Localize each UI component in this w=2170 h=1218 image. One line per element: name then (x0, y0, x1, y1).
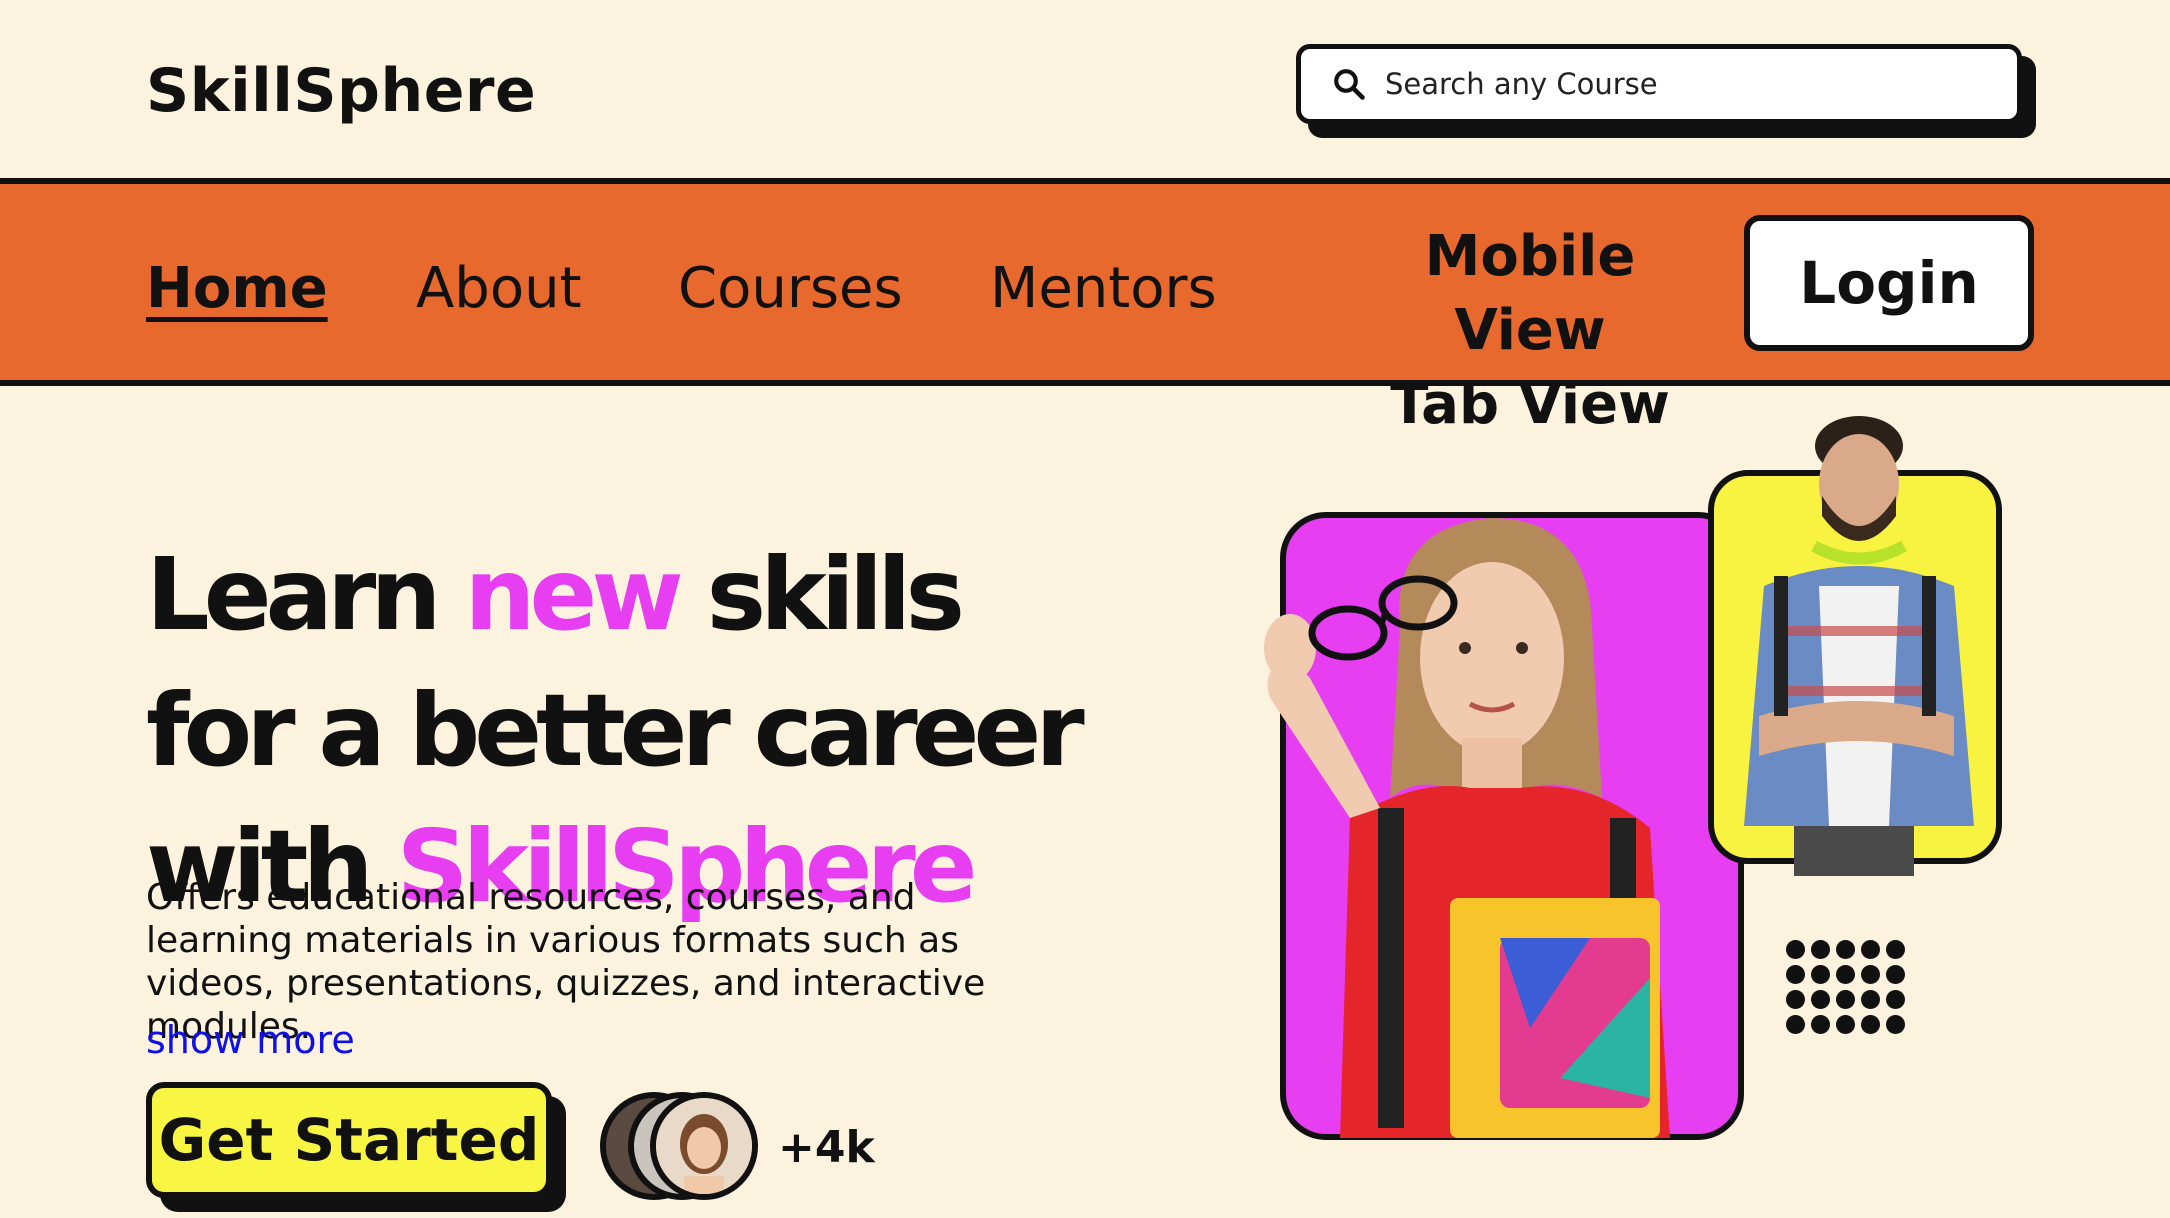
hero-title-line: Learn new skills (146, 527, 1146, 663)
hero-title-text: for a better career (146, 672, 1085, 789)
hero-title-text: skills (677, 536, 965, 653)
dot-grid-decoration (1786, 940, 1905, 1034)
brand-logo[interactable]: SkillSphere (146, 56, 536, 126)
search-box[interactable] (1296, 44, 2022, 124)
search-icon (1334, 69, 1365, 100)
avatar-face-icon (656, 1098, 752, 1194)
login-button[interactable]: Login (1744, 215, 2034, 351)
search-input[interactable] (1383, 66, 2003, 102)
nav-bar: Home About Courses Mentors Mobile View T… (0, 178, 2170, 437)
mentor-illustration-icon (1744, 416, 1974, 876)
top-bar: SkillSphere (0, 0, 2170, 180)
user-count: +4k (778, 1122, 875, 1173)
nav-link-home[interactable]: Home (146, 256, 328, 321)
hero-title-accent: new (464, 536, 683, 653)
mobile-view-link[interactable]: Mobile View (1340, 220, 1720, 368)
mentor-card (1708, 416, 2002, 876)
nav-link-courses[interactable]: Courses (678, 256, 903, 321)
hero-title-text: Learn (146, 536, 465, 653)
student-illustration-icon (1264, 518, 1670, 1138)
nav-link-about[interactable]: About (416, 256, 582, 321)
nav-link-mentors[interactable]: Mentors (990, 256, 1217, 321)
student-card (1264, 512, 1744, 1140)
hero-title-line: for a better career (146, 663, 1146, 799)
hero-title: Learn new skills for a better career with … (146, 527, 1146, 935)
show-more-link[interactable]: show more (146, 1018, 355, 1062)
get-started-button[interactable]: Get Started (146, 1082, 552, 1198)
avatar (650, 1092, 758, 1200)
